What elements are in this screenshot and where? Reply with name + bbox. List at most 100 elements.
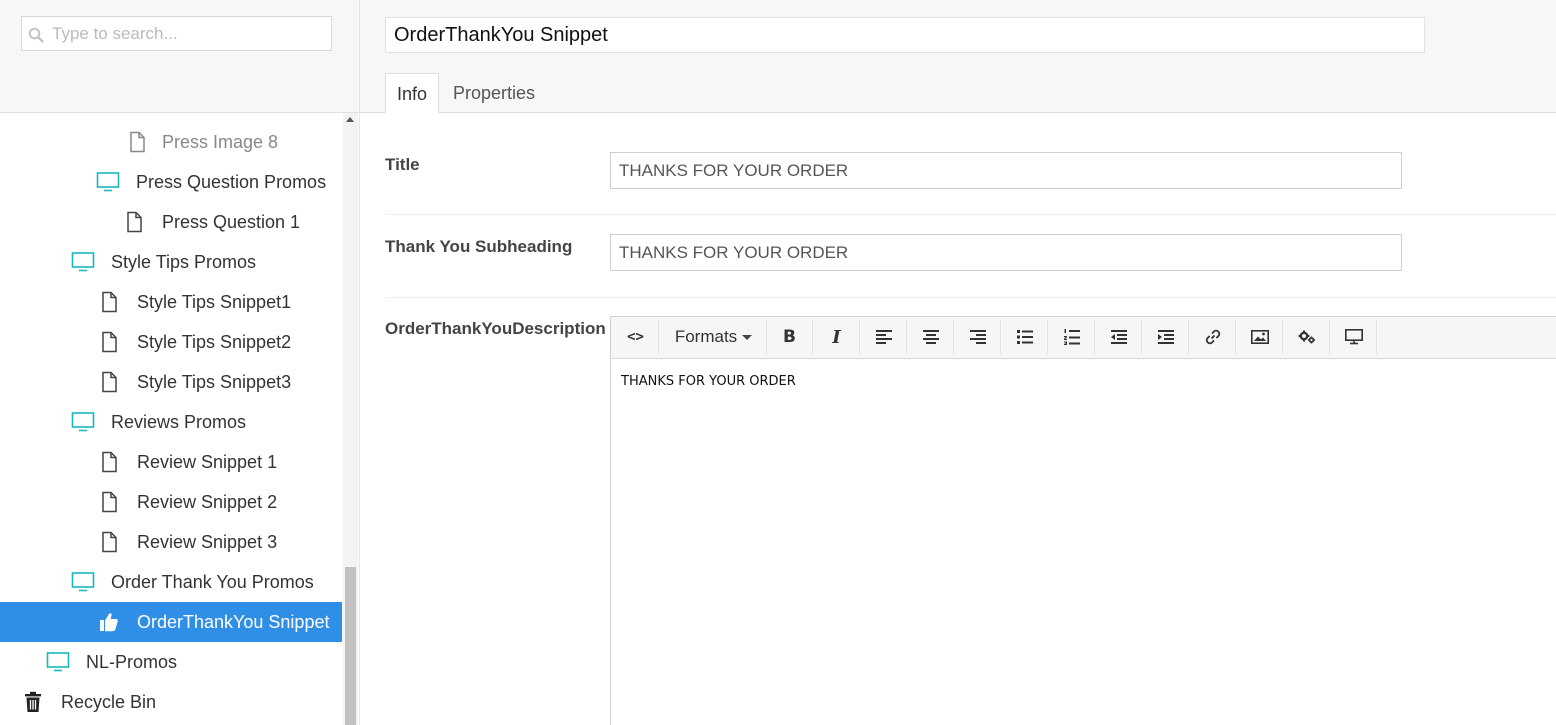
bullet-list-icon xyxy=(1016,330,1033,344)
tree-item-label: Order Thank You Promos xyxy=(111,572,314,592)
tree-item-label: Style Tips Snippet2 xyxy=(137,332,292,352)
subheading-input[interactable]: THANKS FOR YOUR ORDER xyxy=(610,234,1402,271)
indent-button[interactable] xyxy=(1143,320,1189,354)
bold-button[interactable]: B xyxy=(767,320,813,354)
thumbs-up-icon xyxy=(100,613,118,632)
insert-image-button[interactable] xyxy=(1237,320,1283,354)
tree-item-style-tips-promos[interactable]: Style Tips Promos xyxy=(0,242,342,282)
numbered-list-button[interactable] xyxy=(1049,320,1095,354)
align-center-button[interactable] xyxy=(908,320,954,354)
embed-media-button[interactable] xyxy=(1331,320,1377,354)
tree-item-label: NL-Promos xyxy=(86,652,178,672)
tree-item-press-image-8[interactable]: Press Image 8 xyxy=(0,122,342,162)
bold-icon: B xyxy=(783,327,796,347)
formats-label: Formats xyxy=(674,327,738,346)
source-code-button[interactable]: <> xyxy=(613,320,659,354)
tree-item-label: Review Snippet 1 xyxy=(137,452,278,472)
editor-header: OrderThankYou Snippet Info Properties xyxy=(360,0,1556,113)
monitor-icon xyxy=(1344,329,1363,345)
bullet-list-button[interactable] xyxy=(1002,320,1048,354)
monitor-icon xyxy=(96,172,120,192)
tree-item-review-snippet-1[interactable]: Review Snippet 1 xyxy=(0,442,342,482)
editor-panel: OrderThankYou Snippet Info Properties Ti… xyxy=(360,0,1556,725)
tree-item-order-thank-you-promos[interactable]: Order Thank You Promos xyxy=(0,562,342,602)
tree-item-label: Style Tips Snippet1 xyxy=(137,292,292,312)
tree-item-nl-promos[interactable]: NL-Promos xyxy=(0,642,342,682)
italic-icon: I xyxy=(832,326,841,348)
tree-item-label: Review Snippet 3 xyxy=(137,532,278,552)
document-icon xyxy=(102,291,117,313)
source-code-icon: <> xyxy=(627,329,644,345)
align-right-icon xyxy=(969,330,986,344)
tree-item-label: Recycle Bin xyxy=(61,692,157,712)
gears-icon xyxy=(1298,330,1315,344)
document-icon xyxy=(130,131,145,153)
align-left-button[interactable] xyxy=(861,320,907,354)
subheading-label: Thank You Subheading xyxy=(385,237,573,256)
sidebar: Press Image 8 Press Question Promos Pres… xyxy=(0,0,360,725)
title-input[interactable]: THANKS FOR YOUR ORDER xyxy=(610,152,1402,189)
link-icon xyxy=(1205,329,1220,345)
indent-icon xyxy=(1157,330,1174,344)
formats-dropdown[interactable]: Formats xyxy=(661,320,767,354)
divider xyxy=(385,214,1556,215)
monitor-icon xyxy=(46,652,70,672)
search-box[interactable] xyxy=(21,16,332,51)
caret-down-icon xyxy=(742,334,753,340)
tree-item-label: Press Question 1 xyxy=(162,212,301,232)
tree-scrollbar[interactable] xyxy=(343,113,358,725)
editor-content[interactable]: THANKS FOR YOUR ORDER xyxy=(621,374,796,389)
divider xyxy=(385,297,1556,298)
tree-item-label: Style Tips Snippet3 xyxy=(137,372,292,392)
monitor-icon xyxy=(71,572,95,592)
tab-info[interactable]: Info xyxy=(385,73,440,113)
macro-settings-button[interactable] xyxy=(1284,320,1330,354)
editor-toolbar: <> Formats B I xyxy=(611,317,1556,359)
tree-item-review-snippet-3[interactable]: Review Snippet 3 xyxy=(0,522,342,562)
align-left-icon xyxy=(875,330,892,344)
tree-item-label: Style Tips Promos xyxy=(111,252,257,272)
tree-item-style-tips-snippet2[interactable]: Style Tips Snippet2 xyxy=(0,322,342,362)
document-icon xyxy=(102,531,117,553)
tree-item-orderthankyou-snippet[interactable]: OrderThankYou Snippet xyxy=(0,602,342,642)
rich-text-editor[interactable]: <> Formats B I THANKS FOR YOUR ORDER xyxy=(610,316,1556,725)
content-tree: Press Image 8 Press Question Promos Pres… xyxy=(0,122,343,725)
italic-button[interactable]: I xyxy=(814,320,860,354)
tree-item-label: OrderThankYou Snippet xyxy=(137,612,330,632)
tree-item-press-question-promos[interactable]: Press Question Promos xyxy=(0,162,342,202)
sidebar-header xyxy=(0,0,359,113)
document-icon xyxy=(102,371,117,393)
tree-item-review-snippet-2[interactable]: Review Snippet 2 xyxy=(0,482,342,522)
node-name-input[interactable]: OrderThankYou Snippet xyxy=(385,17,1425,53)
document-icon xyxy=(102,331,117,353)
scroll-up-arrow-icon[interactable] xyxy=(346,117,354,122)
tree-item-recycle-bin[interactable]: Recycle Bin xyxy=(0,682,342,722)
description-label: OrderThankYouDescription xyxy=(385,319,606,338)
tree-item-label: Press Image 8 xyxy=(162,132,279,152)
align-right-button[interactable] xyxy=(955,320,1001,354)
tree-item-reviews-promos[interactable]: Reviews Promos xyxy=(0,402,342,442)
tree-item-style-tips-snippet1[interactable]: Style Tips Snippet1 xyxy=(0,282,342,322)
image-icon xyxy=(1250,330,1269,344)
align-center-icon xyxy=(922,330,939,344)
numbered-list-icon xyxy=(1063,329,1080,345)
document-icon xyxy=(102,451,117,473)
outdent-button[interactable] xyxy=(1096,320,1142,354)
search-input[interactable] xyxy=(52,17,327,50)
insert-link-button[interactable] xyxy=(1190,320,1236,354)
title-label: Title xyxy=(385,155,420,174)
tree-item-label: Reviews Promos xyxy=(111,412,247,432)
outdent-icon xyxy=(1110,330,1127,344)
monitor-icon xyxy=(71,412,95,432)
tree-item-label: Review Snippet 2 xyxy=(137,492,278,512)
trash-icon xyxy=(25,691,41,712)
tree-item-press-question-1[interactable]: Press Question 1 xyxy=(0,202,342,242)
scrollbar-thumb[interactable] xyxy=(345,567,356,725)
tab-properties[interactable]: Properties xyxy=(442,73,546,113)
tree-item-style-tips-snippet3[interactable]: Style Tips Snippet3 xyxy=(0,362,342,402)
monitor-icon xyxy=(71,252,95,272)
document-icon xyxy=(127,211,142,233)
search-icon xyxy=(28,27,44,43)
document-icon xyxy=(102,491,117,513)
tree-item-label: Press Question Promos xyxy=(136,172,327,192)
